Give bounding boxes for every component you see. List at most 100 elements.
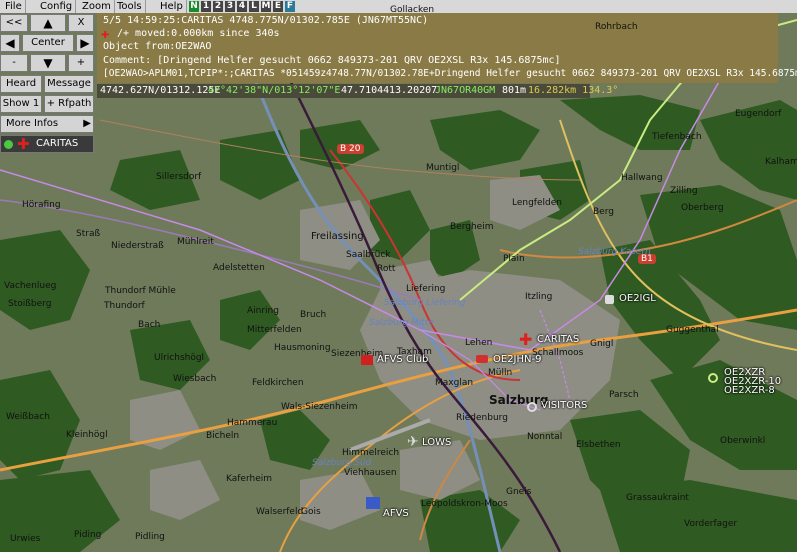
tab-2[interactable]: 2 — [213, 1, 223, 12]
place-label: Freilassing — [311, 231, 364, 242]
place-label: Plain — [503, 254, 525, 264]
place-label: Thundorf — [104, 301, 145, 311]
close-button[interactable]: X — [68, 14, 94, 32]
arrow-right-icon: ▶ — [80, 36, 90, 50]
place-label: Leopoldskron-Moos — [421, 499, 508, 509]
info-line-object: Object from:OE2WAO — [103, 41, 212, 52]
station-label: OE2IGL — [619, 293, 656, 304]
place-label: Gnigl — [590, 339, 614, 349]
road-label: Salzburg Mitte — [369, 318, 435, 328]
place-label: Gollacken — [390, 5, 435, 15]
place-label: Ainring — [247, 306, 279, 316]
place-label: Rohrbach — [595, 22, 638, 32]
place-label: Hörafing — [22, 200, 61, 210]
place-label: Nonntal — [527, 432, 563, 442]
arrow-left-icon: ◀ — [5, 36, 15, 50]
tab-l[interactable]: L — [249, 1, 259, 12]
info-line-comment: Comment: [Dringend Helfer gesucht 0662 8… — [103, 55, 561, 66]
menu-help[interactable]: Help — [157, 0, 187, 13]
place-label: Mitterfelden — [247, 325, 302, 335]
place-label: Gois — [301, 507, 321, 517]
place-label: Straß — [76, 229, 101, 239]
place-label: Rott — [377, 264, 396, 274]
status-lon: 13.20207 — [389, 85, 438, 96]
place-label: Walserfeld — [256, 507, 304, 517]
status-alt: 801m — [502, 85, 527, 96]
station-label: LOWS — [422, 437, 452, 448]
road-label: Salzburg Kasern — [578, 247, 651, 257]
red-cross-icon: ✚ — [519, 330, 533, 349]
menu-config[interactable]: Config — [37, 0, 77, 13]
place-label: Mühlreit — [177, 237, 214, 247]
station-label: OE2JHN-9 — [493, 354, 542, 365]
zoom-out-button[interactable]: << — [0, 14, 28, 32]
status-dms: 47°42'38"N/013°12'07"E — [208, 85, 341, 96]
place-label: Kaferheim — [226, 474, 273, 484]
zoom-plus-button[interactable]: + — [68, 54, 94, 72]
more-infos-button[interactable]: More Infos ▶ — [0, 115, 94, 133]
place-label: Tiefenbach — [652, 132, 702, 142]
menu-tools[interactable]: Tools — [114, 0, 146, 13]
house-icon — [361, 355, 373, 365]
pan-left-button[interactable]: ◀ — [0, 34, 20, 52]
message-button[interactable]: Message — [44, 75, 94, 93]
place-label: Kalham — [765, 157, 797, 167]
center-button[interactable]: Center — [22, 34, 74, 52]
red-cross-icon: ✚ — [17, 135, 30, 153]
road-shield-b20: B 20 — [337, 144, 364, 154]
zoom-minus-button[interactable]: - — [0, 54, 28, 72]
rfpath-button[interactable]: + Rfpath — [44, 95, 94, 113]
place-label: Sillersdorf — [156, 172, 202, 182]
tab-f[interactable]: F — [285, 1, 295, 12]
pan-down-button[interactable]: ▼ — [30, 54, 66, 72]
place-label: Parsch — [609, 390, 639, 400]
object-list-item[interactable]: ✚ CARITAS — [0, 135, 94, 153]
place-label: Gneis — [506, 487, 532, 497]
place-label: Muntigl — [426, 163, 460, 173]
road-label: Salzburg Süd — [312, 458, 372, 468]
place-label: Salzburg — [489, 393, 549, 407]
status-lat: 47.71044 — [341, 85, 390, 96]
place-label: Guggenthal — [666, 325, 719, 335]
show-button[interactable]: Show 1 — [0, 95, 42, 113]
place-label: Zilling — [670, 186, 698, 196]
airplane-icon: ✈ — [407, 434, 419, 450]
place-label: Bruch — [300, 310, 327, 320]
tab-m[interactable]: M — [261, 1, 271, 12]
place-label: Pidling — [135, 532, 165, 542]
pan-up-button[interactable]: ▲ — [30, 14, 66, 32]
place-label: Thundorf Mühle — [105, 286, 176, 296]
place-label: Oberberg — [681, 203, 724, 213]
place-label: Stoißberg — [8, 299, 52, 309]
tab-3[interactable]: 3 — [225, 1, 235, 12]
tab-e[interactable]: E — [273, 1, 283, 12]
heard-button[interactable]: Heard — [0, 75, 42, 93]
station-label: AFVS Club — [377, 354, 429, 365]
tab-n[interactable]: N — [189, 1, 199, 12]
place-label: Hammerau — [227, 418, 278, 428]
tab-4[interactable]: 4 — [237, 1, 247, 12]
place-label: Riedenburg — [456, 413, 508, 423]
place-label: Viehhausen — [344, 468, 397, 478]
road-label: Salzburg Liefering — [384, 298, 466, 308]
place-label: Lengfelden — [512, 198, 562, 208]
place-label: Wals-Siezenheim — [281, 402, 358, 412]
place-label: Niederstraß — [111, 241, 164, 251]
place-label: Ulrichshögl — [154, 353, 205, 363]
position-status-bar: 4742.627N/01312.125E 47°42'38"N/013°12'0… — [97, 84, 618, 98]
place-label: Kleinhögl — [66, 430, 108, 440]
tab-1[interactable]: 1 — [201, 1, 211, 12]
menu-zoom[interactable]: Zoom — [79, 0, 115, 13]
place-label: Siezenheim — [331, 349, 384, 359]
place-label: Himmelreich — [342, 448, 400, 458]
place-label: Piding — [74, 530, 102, 540]
place-label: Bach — [138, 320, 161, 330]
info-line-moved: /+ moved:0.000km since 340s — [117, 28, 280, 39]
place-label: Wiesbach — [173, 374, 217, 384]
place-label: Weißbach — [6, 412, 50, 422]
object-name: CARITAS — [36, 138, 79, 149]
menu-file[interactable]: File — [2, 0, 26, 13]
pan-right-button[interactable]: ▶ — [76, 34, 94, 52]
station-label: AFVS — [383, 508, 409, 519]
place-label: Oberwinkl — [720, 436, 766, 446]
